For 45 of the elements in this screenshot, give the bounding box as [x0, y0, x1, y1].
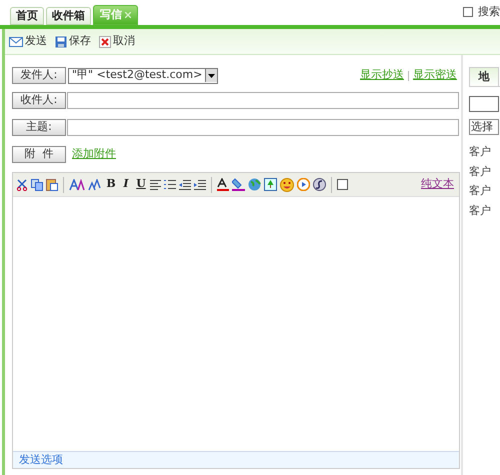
show-cc-link[interactable]: 显示抄送 [360, 67, 404, 84]
globe-icon[interactable] [248, 178, 261, 191]
cancel-icon [99, 36, 111, 48]
list-icon[interactable] [164, 179, 176, 190]
highlight-color-icon[interactable] [232, 178, 245, 191]
paste-icon[interactable] [46, 178, 58, 191]
smiley-icon[interactable] [280, 178, 294, 192]
envelope-icon [9, 36, 23, 47]
subject-field[interactable] [67, 119, 459, 136]
outdent-icon[interactable] [179, 179, 191, 190]
html-checkbox[interactable] [337, 179, 348, 190]
save-button[interactable]: 保存 [55, 32, 91, 50]
send-options-link[interactable]: 发送选项 [19, 452, 63, 468]
side-select[interactable]: 选择 [469, 119, 499, 135]
subject-button[interactable]: 主题: [12, 119, 66, 136]
copy-icon[interactable] [31, 178, 43, 190]
underline-button[interactable]: U [135, 176, 147, 193]
plain-text-link[interactable]: 纯文本 [421, 176, 454, 193]
recipient-field[interactable] [67, 92, 459, 109]
cut-icon[interactable] [16, 178, 28, 190]
attachment-button[interactable]: 附 件 [12, 146, 66, 163]
italic-button[interactable]: I [120, 176, 132, 193]
tab[interactable]: 首页 [10, 7, 44, 25]
contact-item[interactable]: 客户 [469, 202, 500, 219]
sender-button[interactable]: 发件人: [12, 67, 66, 84]
save-icon [55, 36, 67, 48]
contact-item[interactable]: 客户 [469, 144, 500, 160]
tab[interactable]: 收件箱 [46, 7, 91, 25]
indent-icon[interactable] [194, 179, 206, 190]
send-button[interactable]: 发送 [9, 32, 47, 50]
align-icon[interactable] [150, 179, 161, 190]
text-color-icon[interactable] [217, 178, 229, 191]
side-tab[interactable]: 地 [469, 67, 499, 87]
image-icon[interactable] [264, 178, 277, 191]
contact-item[interactable]: 客户 [469, 164, 500, 180]
search-label: 搜索 [478, 4, 500, 20]
recipient-button[interactable]: 收件人: [12, 92, 66, 109]
search-checkbox[interactable] [463, 7, 473, 18]
side-search-field[interactable] [469, 96, 499, 112]
sender-select[interactable]: "甲" <test2@test.com> [68, 68, 218, 84]
media-icon[interactable] [297, 178, 310, 191]
cancel-button[interactable]: 取消 [99, 32, 135, 50]
contact-item[interactable]: 客户 [469, 183, 500, 200]
flash-icon[interactable] [313, 178, 326, 191]
bold-button[interactable]: B [105, 176, 117, 193]
